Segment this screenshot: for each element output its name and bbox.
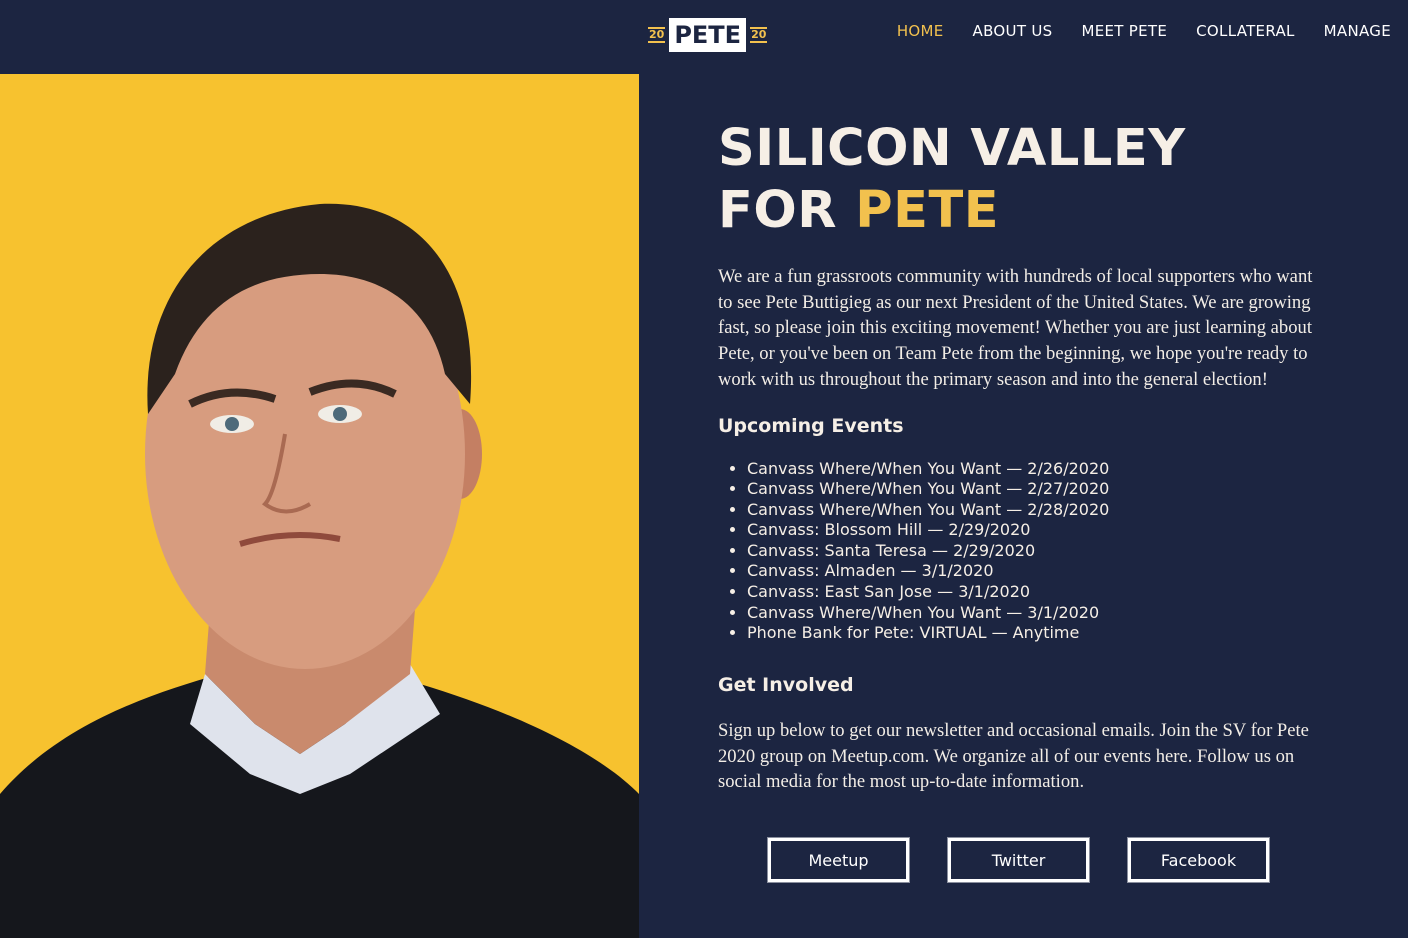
social-buttons: Meetup Twitter Facebook — [768, 838, 1269, 882]
nav-about-us[interactable]: ABOUT US — [973, 22, 1053, 40]
meetup-button[interactable]: Meetup — [768, 838, 909, 882]
nav-manage[interactable]: MANAGE — [1324, 22, 1391, 40]
get-involved-paragraph: Sign up below to get our newsletter and … — [718, 719, 1309, 793]
event-item: Canvass Where/When You Want — 2/26/2020 — [747, 459, 1328, 480]
get-involved-heading: Get Involved — [718, 673, 854, 696]
title-line-2-accent: PETE — [855, 181, 1000, 240]
logo-wordmark: PETE — [669, 18, 747, 52]
title-line-1: SILICON VALLEY — [718, 119, 1186, 178]
nav-collateral[interactable]: COLLATERAL — [1196, 22, 1295, 40]
event-item: Canvass: Almaden — 3/1/2020 — [747, 561, 1328, 582]
main-nav: HOME ABOUT US MEET PETE COLLATERAL MANAG… — [897, 22, 1391, 40]
pete-2020-logo[interactable]: 20 PETE 20 — [648, 16, 768, 54]
events-list: Canvass Where/When You Want — 2/26/2020 … — [718, 459, 1328, 644]
event-item: Phone Bank for Pete: VIRTUAL — Anytime — [747, 623, 1328, 644]
portrait-illustration — [0, 74, 639, 938]
facebook-button[interactable]: Facebook — [1128, 838, 1269, 882]
upcoming-events-heading: Upcoming Events — [718, 414, 904, 437]
intro-paragraph: We are a fun grassroots community with h… — [718, 266, 1313, 390]
event-item: Canvass Where/When You Want — 3/1/2020 — [747, 603, 1328, 624]
twitter-button[interactable]: Twitter — [948, 838, 1089, 882]
event-item: Canvass: Santa Teresa — 2/29/2020 — [747, 541, 1328, 562]
event-item: Canvass: East San Jose — 3/1/2020 — [747, 582, 1328, 603]
main-content: SILICON VALLEY FOR PETE We are a fun gra… — [718, 118, 1328, 795]
page-title: SILICON VALLEY FOR PETE — [718, 118, 1328, 242]
nav-home[interactable]: HOME — [897, 22, 944, 40]
event-item: Canvass Where/When You Want — 2/27/2020 — [747, 479, 1328, 500]
event-item: Canvass Where/When You Want — 2/28/2020 — [747, 500, 1328, 521]
nav-meet-pete[interactable]: MEET PETE — [1081, 22, 1167, 40]
candidate-portrait — [0, 74, 639, 938]
logo-year-right: 20 — [750, 27, 768, 43]
event-item: Canvass: Blossom Hill — 2/29/2020 — [747, 520, 1328, 541]
site-header: 20 PETE 20 HOME ABOUT US MEET PETE COLLA… — [0, 0, 1408, 74]
title-line-2-prefix: FOR — [718, 181, 856, 240]
logo-year-left: 20 — [648, 27, 666, 43]
